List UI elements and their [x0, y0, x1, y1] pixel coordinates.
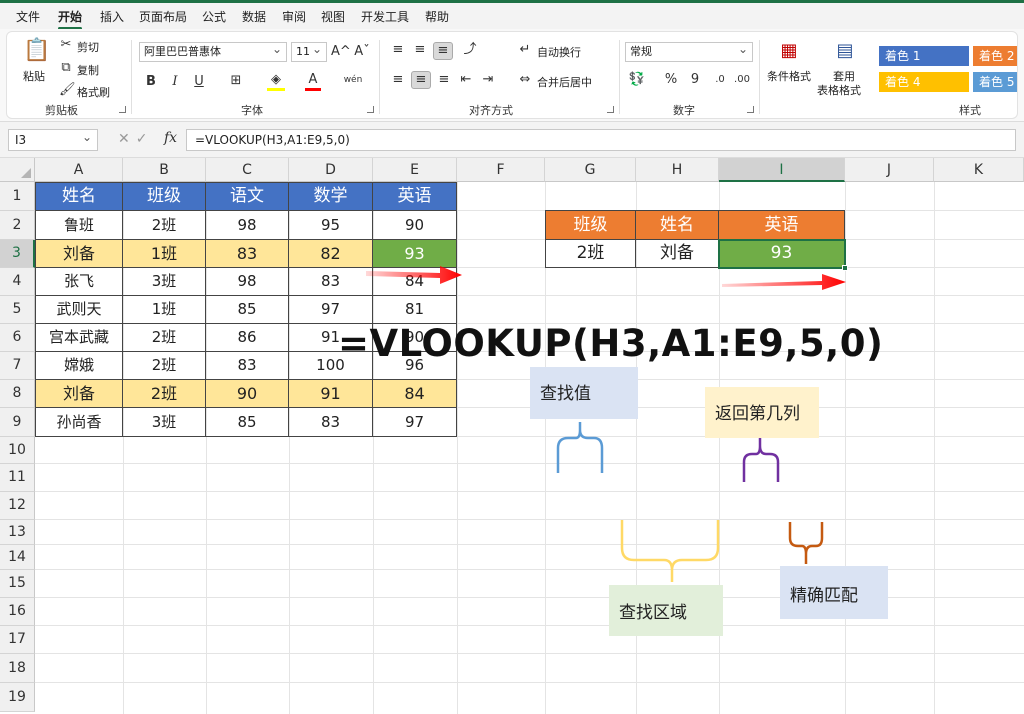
- red-arrow-right-icon: [722, 274, 846, 290]
- bracket-column-index: [742, 438, 780, 482]
- annotation-overlay: [366, 266, 846, 582]
- red-arrow-right-icon: [366, 266, 462, 284]
- bracket-exact-match: [788, 522, 824, 564]
- bracket-lookup-range: [620, 520, 720, 582]
- bracket-lookup-value: [556, 422, 604, 473]
